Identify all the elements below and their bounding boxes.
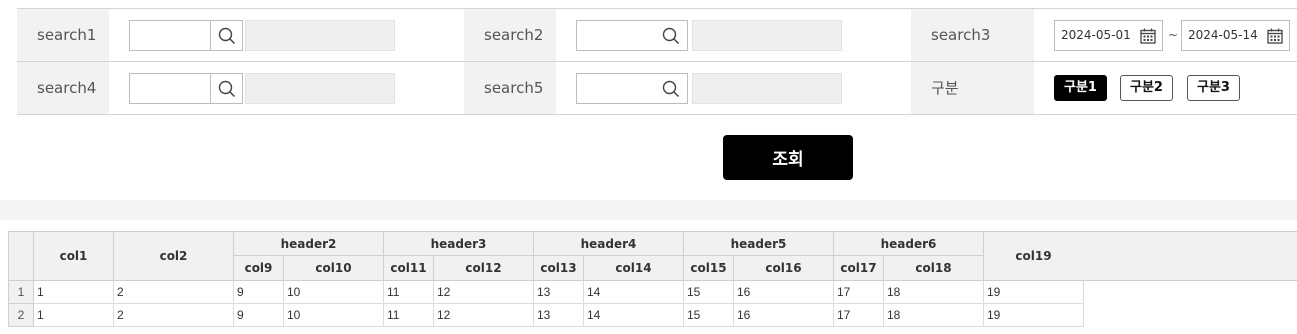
search-icon	[218, 80, 235, 97]
search4-name-display	[245, 73, 395, 104]
table-cell[interactable]: 9	[233, 280, 284, 304]
table-cell[interactable]: 16	[733, 280, 834, 304]
segment-button-2[interactable]: 구분2	[1120, 75, 1173, 101]
date-to-input[interactable]: 2024-05-14	[1181, 20, 1290, 51]
group-header-3: header3	[383, 231, 534, 256]
table-cell[interactable]: 18	[883, 303, 984, 327]
table-cell[interactable]: 11	[383, 280, 434, 304]
search2-field[interactable]	[576, 20, 688, 51]
search-icon	[218, 27, 235, 44]
table-row[interactable]: 2 1 2 9 10 11 12 13 14 15 16 17 18 19	[8, 303, 1084, 327]
table-cell[interactable]: 11	[383, 303, 434, 327]
row-number: 2	[8, 303, 34, 327]
table-cell[interactable]: 13	[533, 280, 584, 304]
group-header-6: header6	[833, 231, 984, 256]
date-from-input[interactable]: 2024-05-01	[1054, 20, 1163, 51]
search2-label: search2	[464, 9, 556, 61]
calendar-icon[interactable]	[1140, 28, 1156, 44]
search5-label: search5	[464, 62, 556, 114]
table-cell[interactable]: 10	[283, 280, 384, 304]
search3-label: search3	[911, 9, 1034, 61]
group-header-5: header5	[683, 231, 834, 256]
column-header-col10[interactable]: col10	[283, 255, 384, 281]
date-range-separator: ~	[1168, 28, 1179, 42]
search5-input[interactable]	[577, 74, 657, 103]
column-header-col18[interactable]: col18	[883, 255, 984, 281]
table-cell[interactable]: 14	[583, 303, 684, 327]
column-header-col14[interactable]: col14	[583, 255, 684, 281]
table-cell[interactable]: 1	[33, 280, 114, 304]
search2-lookup-button[interactable]	[655, 21, 687, 50]
column-header-col19[interactable]: col19	[983, 231, 1084, 281]
column-header-col2[interactable]: col2	[113, 231, 234, 281]
column-header-col12[interactable]: col12	[433, 255, 534, 281]
column-header-col11[interactable]: col11	[383, 255, 434, 281]
table-cell[interactable]: 15	[683, 303, 734, 327]
search2-name-display	[692, 20, 842, 51]
column-header-col13[interactable]: col13	[533, 255, 584, 281]
search1-name-display	[245, 20, 395, 51]
search1-label: search1	[17, 9, 109, 61]
table-cell[interactable]: 19	[983, 280, 1084, 304]
table-cell[interactable]: 12	[433, 280, 534, 304]
search4-field[interactable]	[129, 73, 243, 104]
table-cell[interactable]: 17	[833, 303, 884, 327]
table-cell[interactable]: 10	[283, 303, 384, 327]
group-header-2: header2	[233, 231, 384, 256]
query-button[interactable]: 조회	[723, 135, 853, 180]
row-number-header	[8, 231, 34, 281]
table-cell[interactable]: 2	[113, 280, 234, 304]
table-cell[interactable]: 1	[33, 303, 114, 327]
table-cell[interactable]: 2	[113, 303, 234, 327]
type-label: 구분	[911, 62, 1034, 114]
date-from-value: 2024-05-01	[1061, 28, 1131, 42]
search4-lookup-button[interactable]	[210, 74, 242, 103]
search-icon	[662, 80, 680, 97]
search-row-1: search1 search2 search3 2024-05-01 ~ 202…	[17, 9, 1297, 62]
search-panel: search1 search2 search3 2024-05-01 ~ 202…	[0, 0, 1297, 200]
table-cell[interactable]: 14	[583, 280, 684, 304]
column-header-col15[interactable]: col15	[683, 255, 734, 281]
grid-header-filler	[1083, 231, 1297, 281]
grid-body: 1 1 2 9 10 11 12 13 14 15 16 17 18 19 2 1 2 9 10 11 12 13 14 15…	[8, 280, 1084, 327]
table-cell[interactable]: 12	[433, 303, 534, 327]
search5-name-display	[692, 73, 842, 104]
column-header-col17[interactable]: col17	[833, 255, 884, 281]
search-icon	[662, 27, 680, 44]
search1-lookup-button[interactable]	[210, 21, 242, 50]
table-cell[interactable]: 16	[733, 303, 834, 327]
column-header-col9[interactable]: col9	[233, 255, 284, 281]
search5-field[interactable]	[576, 73, 688, 104]
table-cell[interactable]: 13	[533, 303, 584, 327]
calendar-icon[interactable]	[1267, 28, 1283, 44]
grid-table: col1 col2 header2 header3 header4 header…	[8, 231, 1084, 327]
search4-input[interactable]	[130, 74, 210, 103]
search1-field[interactable]	[129, 20, 243, 51]
search-form: search1 search2 search3 2024-05-01 ~ 202…	[17, 8, 1297, 115]
data-grid: col1 col2 header2 header3 header4 header…	[8, 231, 1297, 334]
search-row-2: search4 search5 구분 구분1 구분2 구분3	[17, 62, 1297, 115]
table-cell[interactable]: 15	[683, 280, 734, 304]
search2-input[interactable]	[577, 21, 657, 50]
segment-button-1[interactable]: 구분1	[1054, 75, 1107, 101]
table-row[interactable]: 1 1 2 9 10 11 12 13 14 15 16 17 18 19	[8, 280, 1084, 304]
row-number: 1	[8, 280, 34, 304]
search5-lookup-button[interactable]	[655, 74, 687, 103]
search1-input[interactable]	[130, 21, 210, 50]
search4-label: search4	[17, 62, 109, 114]
table-cell[interactable]: 9	[233, 303, 284, 327]
group-header-4: header4	[533, 231, 684, 256]
date-to-value: 2024-05-14	[1188, 28, 1258, 42]
column-header-col1[interactable]: col1	[33, 231, 114, 281]
section-divider	[0, 200, 1297, 220]
table-cell[interactable]: 18	[883, 280, 984, 304]
table-cell[interactable]: 17	[833, 280, 884, 304]
column-header-col16[interactable]: col16	[733, 255, 834, 281]
segment-button-3[interactable]: 구분3	[1187, 75, 1240, 101]
table-cell[interactable]: 19	[983, 303, 1084, 327]
